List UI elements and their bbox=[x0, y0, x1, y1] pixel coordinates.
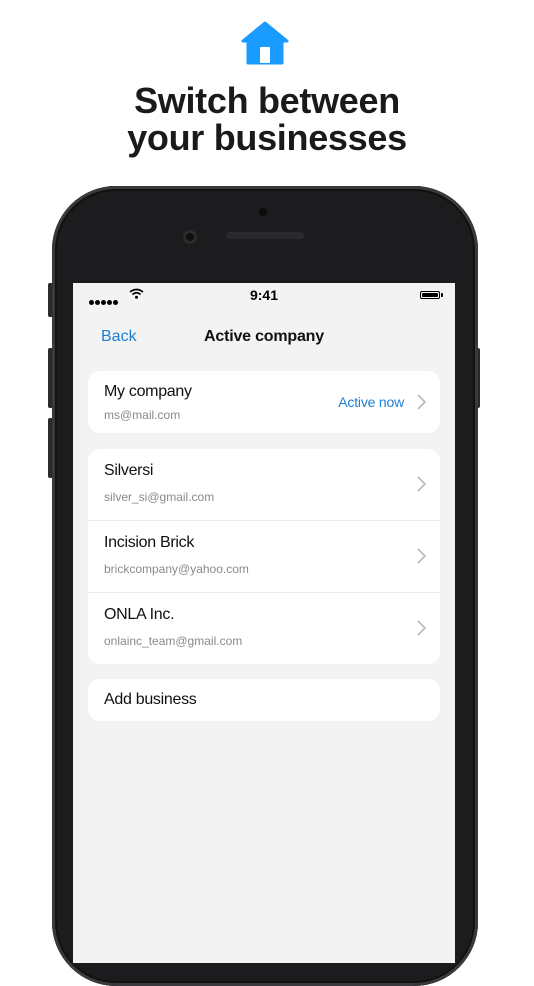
headline: Switch between your businesses bbox=[0, 82, 534, 156]
chevron-right-icon bbox=[417, 620, 426, 636]
chevron-right-icon bbox=[417, 394, 426, 410]
company-name: Incision Brick bbox=[104, 534, 195, 551]
battery-tip bbox=[441, 293, 443, 297]
active-now-label: Active now bbox=[338, 394, 404, 410]
earpiece-speaker bbox=[226, 232, 304, 239]
companies-list-card: Silversi silver_si@gmail.com Incision Br… bbox=[88, 449, 440, 664]
page-title: Active company bbox=[204, 328, 324, 345]
company-email: silver_si@gmail.com bbox=[104, 490, 215, 504]
list-item[interactable]: Incision Brick brickcompany@yahoo.com bbox=[88, 520, 440, 592]
status-bar: 9:41 bbox=[73, 283, 455, 307]
headline-line-1: Switch between bbox=[134, 80, 400, 121]
add-business-card: Add business bbox=[88, 679, 440, 721]
chevron-right-icon bbox=[417, 548, 426, 564]
proximity-sensor bbox=[259, 208, 267, 216]
front-camera bbox=[183, 230, 197, 244]
add-business-label: Add business bbox=[104, 691, 197, 708]
battery-icon bbox=[420, 291, 440, 299]
chevron-right-icon bbox=[417, 476, 426, 492]
add-business-button[interactable]: Add business bbox=[88, 679, 440, 721]
status-time: 9:41 bbox=[249, 287, 279, 303]
active-company-card: My company ms@mail.com Active now bbox=[88, 371, 440, 433]
company-email: onlainc_team@gmail.com bbox=[104, 634, 243, 648]
phone-screen: 9:41 Back Active company My company ms@m… bbox=[73, 283, 455, 963]
headline-line-2: your businesses bbox=[127, 117, 407, 158]
company-name: ONLA Inc. bbox=[104, 606, 175, 623]
company-name: Silversi bbox=[104, 462, 154, 479]
list-item[interactable]: Silversi silver_si@gmail.com bbox=[88, 449, 440, 520]
list-item[interactable]: ONLA Inc. onlainc_team@gmail.com bbox=[88, 592, 440, 664]
company-name: My company bbox=[104, 383, 192, 400]
company-email: brickcompany@yahoo.com bbox=[104, 562, 249, 576]
company-email: ms@mail.com bbox=[104, 408, 181, 422]
house-icon bbox=[241, 21, 289, 65]
active-company-row[interactable]: My company ms@mail.com Active now bbox=[88, 371, 440, 433]
